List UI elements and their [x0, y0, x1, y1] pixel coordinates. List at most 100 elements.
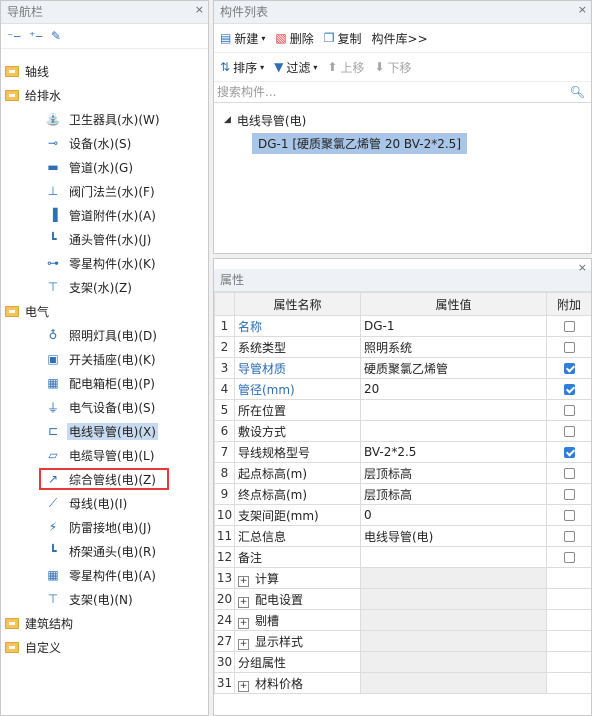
- nav-item[interactable]: ⊏ 电线导管(电)(X): [1, 419, 208, 443]
- filter-button[interactable]: ▼ 过滤 ▾: [274, 59, 317, 76]
- property-value[interactable]: 电线导管(电): [360, 525, 547, 547]
- edit-icon[interactable]: ✎: [51, 29, 61, 43]
- nav-folder[interactable]: 建筑结构: [1, 611, 208, 635]
- nav-item[interactable]: ⊤ 支架(水)(Z): [1, 275, 208, 299]
- expand-icon[interactable]: ⁺‒: [29, 29, 43, 43]
- property-value[interactable]: 照明系统: [360, 336, 547, 358]
- search-icon[interactable]: 🔍︎: [570, 82, 585, 102]
- property-row[interactable]: 5 所在位置: [214, 399, 591, 421]
- property-value[interactable]: BV-2*2.5: [360, 441, 547, 463]
- property-value[interactable]: [360, 546, 547, 568]
- collapse-triangle-icon[interactable]: ◢: [224, 115, 231, 125]
- extra-checkbox[interactable]: [563, 405, 575, 416]
- property-value[interactable]: 层顶标高: [360, 462, 547, 484]
- nav-folder[interactable]: 轴线: [1, 59, 208, 83]
- property-value[interactable]: 硬质聚氯乙烯管: [360, 357, 547, 379]
- extra-checkbox[interactable]: [563, 489, 575, 500]
- property-row[interactable]: 7 导线规格型号 BV-2*2.5: [214, 441, 591, 463]
- folder-icon: [5, 65, 19, 77]
- property-value[interactable]: DG-1: [360, 315, 547, 337]
- property-row[interactable]: 3 导管材质 硬质聚氯乙烯管: [214, 357, 591, 379]
- nav-folder[interactable]: 给排水: [1, 83, 208, 107]
- nav-item[interactable]: ▐ 管道附件(水)(A): [1, 203, 208, 227]
- expand-icon[interactable]: +: [238, 596, 249, 608]
- extra-checkbox[interactable]: [563, 342, 575, 353]
- property-row[interactable]: 31 + 材料价格: [214, 672, 591, 694]
- property-row[interactable]: 24 + 剔槽: [214, 609, 591, 631]
- expand-icon[interactable]: +: [238, 617, 249, 629]
- delete-button[interactable]: ▧ 删除: [275, 30, 313, 47]
- extra-checkbox[interactable]: [563, 321, 575, 332]
- nav-item[interactable]: ▦ 配电箱柜(电)(P): [1, 371, 208, 395]
- property-row[interactable]: 27 + 显示样式: [214, 630, 591, 652]
- search-input[interactable]: 搜索构件... 🔍︎: [214, 82, 591, 103]
- extra-checkbox[interactable]: [563, 510, 575, 521]
- copy-button[interactable]: ❐ 复制: [324, 30, 362, 47]
- nav-item-label: 电气: [25, 304, 50, 319]
- properties-close-icon[interactable]: ×: [578, 259, 587, 279]
- extra-checkbox[interactable]: [563, 426, 575, 437]
- property-value[interactable]: [360, 399, 547, 421]
- nav-item[interactable]: ⚡ 防雷接地(电)(J): [1, 515, 208, 539]
- expand-icon[interactable]: +: [238, 680, 249, 692]
- component-group[interactable]: ◢ 电线导管(电): [214, 109, 591, 131]
- nav-item[interactable]: ┗ 桥架通头(电)(R): [1, 539, 208, 563]
- nav-item[interactable]: ▦ 零星构件(电)(A): [1, 563, 208, 587]
- nav-item[interactable]: ┗ 通头管件(水)(J): [1, 227, 208, 251]
- nav-item[interactable]: ⊥ 阀门法兰(水)(F): [1, 179, 208, 203]
- extra-checkbox[interactable]: [563, 531, 575, 542]
- nav-close-icon[interactable]: ×: [195, 1, 204, 21]
- extra-checkbox[interactable]: [563, 384, 575, 395]
- new-button[interactable]: ▤ 新建 ▾: [220, 30, 265, 47]
- property-row[interactable]: 13 + 计算: [214, 567, 591, 589]
- nav-item[interactable]: ⊶ 零星构件(水)(K): [1, 251, 208, 275]
- nav-item[interactable]: ⊤ 支架(电)(N): [1, 587, 208, 611]
- row-number: 1: [214, 315, 235, 337]
- collapse-icon[interactable]: ⁻‒: [7, 29, 21, 43]
- nav-folder[interactable]: 电气: [1, 299, 208, 323]
- nav-item[interactable]: ⏚ 电气设备(电)(S): [1, 395, 208, 419]
- property-row[interactable]: 11 汇总信息 电线导管(电): [214, 525, 591, 547]
- move-down-button[interactable]: ⬇ 下移: [374, 59, 411, 76]
- property-value[interactable]: 0: [360, 504, 547, 526]
- nav-item[interactable]: ⟋ 母线(电)(I): [1, 491, 208, 515]
- nav-item-label: 电缆导管(电)(L): [69, 448, 155, 463]
- property-value[interactable]: 20: [360, 378, 547, 400]
- nav-item[interactable]: ▬ 管道(水)(G): [1, 155, 208, 179]
- row-number: 30: [214, 651, 235, 673]
- property-value[interactable]: 层顶标高: [360, 483, 547, 505]
- property-row[interactable]: 2 系统类型 照明系统: [214, 336, 591, 358]
- property-value[interactable]: [360, 420, 547, 442]
- property-row[interactable]: 10 支架间距(mm) 0: [214, 504, 591, 526]
- header-name: 属性名称: [234, 292, 361, 316]
- component-item[interactable]: DG-1 [硬质聚氯乙烯管 20 BV-2*2.5]: [252, 133, 467, 154]
- property-row[interactable]: 20 + 配电设置: [214, 588, 591, 610]
- nav-item[interactable]: ⊸ 设备(水)(S): [1, 131, 208, 155]
- nav-item[interactable]: ⛲ 卫生器具(水)(W): [1, 107, 208, 131]
- sort-button[interactable]: ⇅ 排序 ▾: [220, 59, 264, 76]
- extra-checkbox[interactable]: [563, 447, 575, 458]
- property-row[interactable]: 1 名称 DG-1: [214, 315, 591, 337]
- expand-icon[interactable]: +: [238, 638, 249, 650]
- property-row[interactable]: 4 管径(mm) 20: [214, 378, 591, 400]
- extra-checkbox[interactable]: [563, 552, 575, 563]
- extra-checkbox[interactable]: [563, 468, 575, 479]
- nav-item[interactable]: ▱ 电缆导管(电)(L): [1, 443, 208, 467]
- extra-checkbox[interactable]: [563, 363, 575, 374]
- pipe-icon: ▬: [47, 160, 59, 174]
- nav-item[interactable]: ▣ 开关插座(电)(K): [1, 347, 208, 371]
- nav-item[interactable]: ♁ 照明灯具(电)(D): [1, 323, 208, 347]
- property-name-text: 导管材质: [238, 361, 287, 376]
- library-button[interactable]: 构件库>>: [372, 30, 428, 47]
- property-extra: [546, 357, 591, 379]
- move-up-button[interactable]: ⬆ 上移: [327, 59, 364, 76]
- nav-folder[interactable]: 自定义: [1, 635, 208, 659]
- property-row[interactable]: 30 分组属性: [214, 651, 591, 673]
- property-row[interactable]: 8 起点标高(m) 层顶标高: [214, 462, 591, 484]
- property-name: 汇总信息: [234, 525, 361, 547]
- expand-icon[interactable]: +: [238, 575, 249, 587]
- property-row[interactable]: 12 备注: [214, 546, 591, 568]
- property-row[interactable]: 9 终点标高(m) 层顶标高: [214, 483, 591, 505]
- component-list-close-icon[interactable]: ×: [578, 1, 587, 21]
- property-row[interactable]: 6 敷设方式: [214, 420, 591, 442]
